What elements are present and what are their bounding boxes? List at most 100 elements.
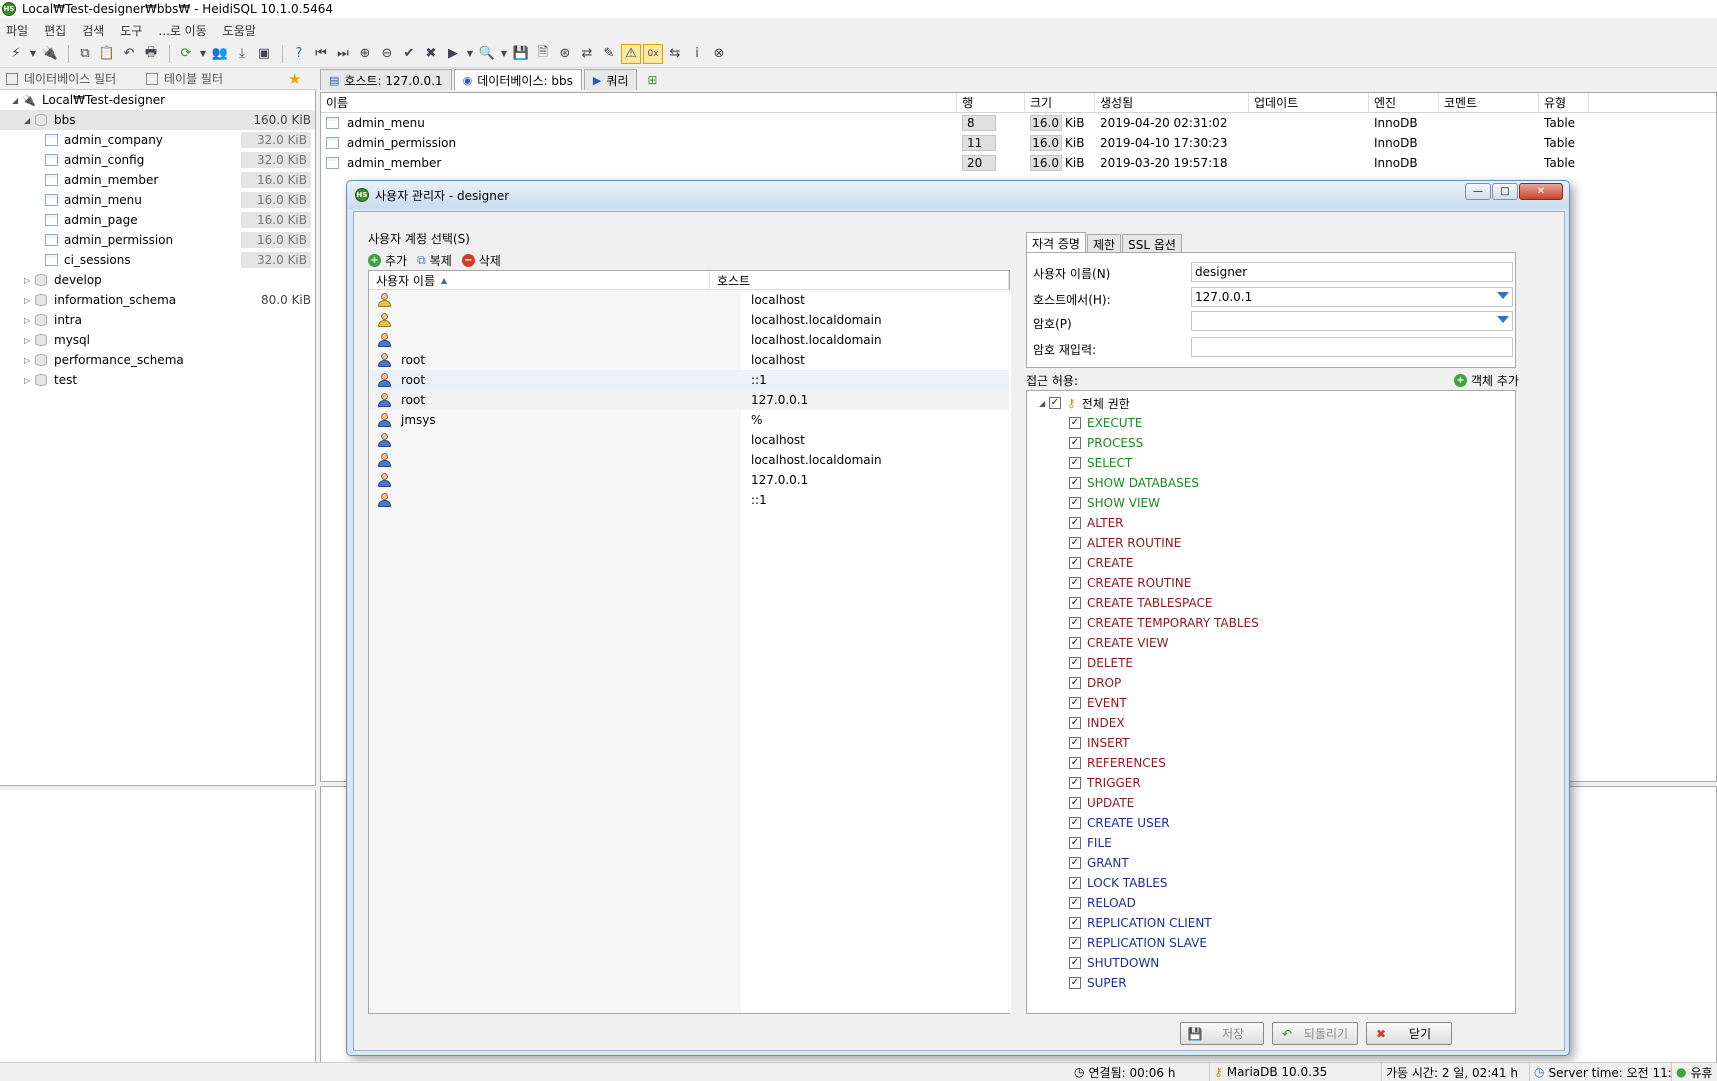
privilege-checkbox[interactable]: ✓ <box>1069 557 1081 569</box>
close-button[interactable]: ✖ 닫기 <box>1366 1022 1452 1045</box>
tree-db-bbs[interactable]: ◢ bbs 160.0 KiB <box>0 110 315 130</box>
privilege-checkbox[interactable]: ✓ <box>1069 717 1081 729</box>
privilege-checkbox[interactable]: ✓ <box>1069 477 1081 489</box>
privilege-checkbox[interactable]: ✓ <box>1069 737 1081 749</box>
clone-user-button[interactable]: ⧉ 복제 <box>417 252 452 269</box>
collapse-icon[interactable]: ◢ <box>12 96 22 105</box>
menu-tools[interactable]: 도구 <box>120 22 142 39</box>
user-row[interactable]: localhost.localdomain <box>369 310 1009 330</box>
dropdown-arrow-icon[interactable] <box>1497 292 1509 299</box>
tree-root[interactable]: ◢ 🔌 Local₩Test-designer <box>0 90 315 110</box>
privilege-item[interactable]: ✓ CREATE USER <box>1027 813 1515 833</box>
disconnect-icon[interactable]: 🔌 <box>40 44 60 64</box>
save-button[interactable]: 💾 저장 <box>1180 1022 1264 1045</box>
save-sql-icon[interactable]: 💾 <box>511 44 531 64</box>
privilege-checkbox[interactable]: ✓ <box>1069 537 1081 549</box>
stop-icon[interactable]: ⊗ <box>709 44 729 64</box>
paste-icon[interactable]: 📋 <box>97 44 117 64</box>
col-type[interactable]: 유형 <box>1539 93 1589 112</box>
user-row[interactable]: root localhost <box>369 350 1009 370</box>
expand-icon[interactable]: ▷ <box>24 336 34 345</box>
tree-table-item[interactable]: admin_menu 16.0 KiB <box>0 190 315 210</box>
tree-table-item[interactable]: admin_company 32.0 KiB <box>0 130 315 150</box>
add-user-button[interactable]: + 추가 <box>368 252 407 269</box>
tree-table-item[interactable]: admin_config 32.0 KiB <box>0 150 315 170</box>
privilege-item[interactable]: ✓ DELETE <box>1027 653 1515 673</box>
user-row[interactable]: jmsys% <box>369 410 1009 430</box>
col-updated[interactable]: 업데이트 <box>1249 93 1369 112</box>
privilege-item[interactable]: ✓ SHUTDOWN <box>1027 953 1515 973</box>
privilege-item[interactable]: ✓ UPDATE <box>1027 793 1515 813</box>
print-icon[interactable]: 🖶 <box>141 44 161 64</box>
insert-record-icon[interactable]: ⊕ <box>355 44 375 64</box>
menu-file[interactable]: 파일 <box>6 22 28 39</box>
privilege-checkbox[interactable]: ✓ <box>1069 877 1081 889</box>
expand-icon[interactable]: ▷ <box>24 376 34 385</box>
user-row[interactable]: localhost.localdomain <box>369 450 1009 470</box>
minimize-button[interactable]: — <box>1465 183 1491 200</box>
privilege-item[interactable]: ✓ INDEX <box>1027 713 1515 733</box>
privilege-checkbox[interactable]: ✓ <box>1069 777 1081 789</box>
user-row[interactable]: root 127.0.0.1 <box>369 390 1009 410</box>
undo-icon[interactable]: ↶ <box>119 44 139 64</box>
table-row[interactable]: admin_member 20 16.0 KiB 2019-03-20 19:57:18… <box>321 153 1716 173</box>
revert-button[interactable]: ↶ 되돌리기 <box>1272 1022 1358 1045</box>
run-query-icon[interactable]: ▶ <box>443 44 463 64</box>
username-field[interactable]: designer <box>1191 262 1513 282</box>
host-combobox[interactable]: 127.0.0.1 <box>1191 287 1513 307</box>
load-sql-icon[interactable]: 🗎 <box>533 44 553 64</box>
privilege-checkbox[interactable]: ✓ <box>1069 417 1081 429</box>
privilege-item[interactable]: ✓ ALTER ROUTINE <box>1027 533 1515 553</box>
privilege-item[interactable]: ✓ EXECUTE <box>1027 413 1515 433</box>
user-row[interactable]: localhost.localdomain <box>369 330 1009 350</box>
tree-table-item[interactable]: ci_sessions 32.0 KiB <box>0 250 315 270</box>
session-manager-icon[interactable]: ⚡ <box>6 44 26 64</box>
privilege-checkbox[interactable]: ✓ <box>1069 577 1081 589</box>
maximize-button[interactable]: □ <box>1492 183 1518 200</box>
privilege-item[interactable]: ✓ EVENT <box>1027 693 1515 713</box>
privilege-item[interactable]: ✓ SHOW VIEW <box>1027 493 1515 513</box>
privilege-checkbox[interactable]: ✓ <box>1069 917 1081 929</box>
col-username[interactable]: 사용자 이름 ▲ <box>369 271 710 289</box>
privilege-checkbox[interactable]: ✓ <box>1069 637 1081 649</box>
all-privileges-node[interactable]: ◢ ✓ ⚷ 전체 권한 <box>1027 393 1515 413</box>
warning-toggle-icon[interactable]: ⚠ <box>621 43 641 64</box>
tab-ssl-options[interactable]: SSL 옵션 <box>1122 234 1182 253</box>
privilege-checkbox[interactable]: ✓ <box>1069 897 1081 909</box>
privilege-item[interactable]: ✓ TRIGGER <box>1027 773 1515 793</box>
delete-user-button[interactable]: − 삭제 <box>461 252 501 269</box>
user-manager-icon[interactable]: 👥 <box>210 44 230 64</box>
tree-db-item[interactable]: ▷ develop <box>0 270 315 290</box>
col-rows[interactable]: 행 <box>957 93 1025 112</box>
privilege-item[interactable]: ✓ GRANT <box>1027 853 1515 873</box>
tab-database[interactable]: ◉ 데이터베이스: bbs <box>453 69 582 90</box>
tree-table-item[interactable]: admin_page 16.0 KiB <box>0 210 315 230</box>
user-row[interactable]: 127.0.0.1 <box>369 470 1009 490</box>
hex-toggle-icon[interactable]: 0x <box>643 43 663 64</box>
new-query-tab-button[interactable]: ⊞ <box>639 69 665 90</box>
dropdown-arrow-icon[interactable]: ▼ <box>198 44 208 64</box>
tree-db-item[interactable]: ▷ performance_schema <box>0 350 315 370</box>
post-icon[interactable]: ✔ <box>399 44 419 64</box>
privilege-checkbox[interactable]: ✓ <box>1069 817 1081 829</box>
database-filter[interactable]: 데이터베이스 필터 <box>0 70 140 87</box>
all-privileges-checkbox[interactable]: ✓ <box>1049 397 1061 409</box>
privilege-checkbox[interactable]: ✓ <box>1069 517 1081 529</box>
cancel-icon[interactable]: ✖ <box>421 44 441 64</box>
privilege-checkbox[interactable]: ✓ <box>1069 677 1081 689</box>
privilege-checkbox[interactable]: ✓ <box>1069 457 1081 469</box>
privilege-item[interactable]: ✓ CREATE TEMPORARY TABLES <box>1027 613 1515 633</box>
tab-credentials[interactable]: 자격 증명 <box>1026 232 1086 253</box>
privilege-item[interactable]: ✓ DROP <box>1027 673 1515 693</box>
privilege-checkbox[interactable]: ✓ <box>1069 837 1081 849</box>
close-window-button[interactable]: ✕ <box>1519 183 1563 200</box>
privilege-checkbox[interactable]: ✓ <box>1069 497 1081 509</box>
repeat-password-field[interactable] <box>1191 337 1513 357</box>
col-size[interactable]: 크기 <box>1025 93 1095 112</box>
table-row[interactable]: admin_menu 8 16.0 KiB 2019-04-20 02:31:02 Inn… <box>321 113 1716 133</box>
tree-db-item[interactable]: ▷ test <box>0 370 315 390</box>
privilege-item[interactable]: ✓ REPLICATION CLIENT <box>1027 913 1515 933</box>
privilege-checkbox[interactable]: ✓ <box>1069 797 1081 809</box>
tree-db-item[interactable]: ▷ intra <box>0 310 315 330</box>
privilege-item[interactable]: ✓ SELECT <box>1027 453 1515 473</box>
